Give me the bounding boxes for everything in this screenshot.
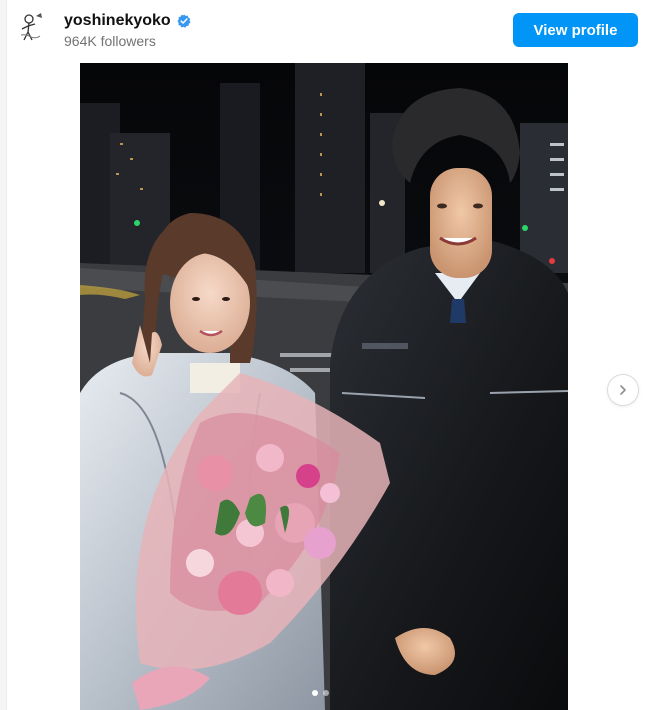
page-gutter [0,0,7,710]
verified-badge-icon [177,14,191,28]
post-photo[interactable] [80,63,568,710]
avatar-sketch-icon [14,10,48,44]
profile-username-row[interactable]: yoshinekyoko [64,12,191,30]
carousel-indicator [312,690,329,696]
carousel-dot [323,690,329,696]
view-profile-button[interactable]: View profile [513,13,638,47]
profile-username[interactable]: yoshinekyoko [64,12,171,30]
carousel-next-button[interactable] [607,374,639,406]
carousel-dot-active [312,690,318,696]
post-image [80,63,568,710]
profile-followers: 964K followers [64,33,156,49]
chevron-right-icon [620,385,626,395]
profile-avatar[interactable] [14,10,48,44]
